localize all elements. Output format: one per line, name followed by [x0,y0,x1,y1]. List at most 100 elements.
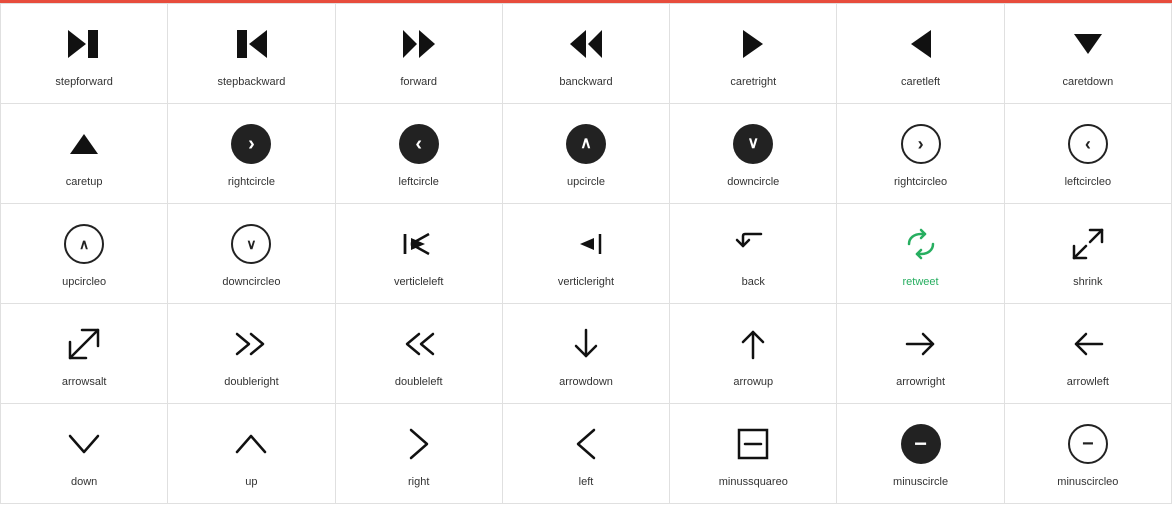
icon-cell-right[interactable]: right [336,404,503,504]
minussquareo-icon [735,420,771,468]
icon-cell-downcircle[interactable]: ∨ downcircle [670,104,837,204]
icon-cell-banckward[interactable]: banckward [503,4,670,104]
icon-label-arrowsalt: arrowsalt [62,376,107,388]
icon-cell-shrink[interactable]: shrink [1005,204,1172,304]
icon-label-retweet: retweet [903,276,939,288]
icon-cell-verticleright[interactable]: verticleright [503,204,670,304]
caretleft-icon [903,20,939,68]
caretup-icon [66,120,102,168]
right-icon [401,420,437,468]
icon-cell-leftcircle[interactable]: ‹ leftcircle [336,104,503,204]
rightcircle-icon: › [231,120,271,168]
icon-label-minuscircle: minuscircle [893,476,948,488]
icon-label-stepforward: stepforward [55,76,112,88]
icon-cell-stepforward[interactable]: stepforward [1,4,168,104]
icon-cell-arrowleft[interactable]: arrowleft [1005,304,1172,404]
icon-label-left: left [579,476,594,488]
icon-label-leftcircle: leftcircle [399,176,439,188]
shrink-icon [1070,220,1106,268]
icon-cell-doubleright[interactable]: doubleright [168,304,335,404]
downcircleo-icon: ∨ [231,220,271,268]
stepforward-icon [66,20,102,68]
icon-cell-rightcircleo[interactable]: › rightcircleo [837,104,1004,204]
verticleleft-icon [401,220,437,268]
minuscircle-icon: − [901,420,941,468]
icon-label-arrowleft: arrowleft [1067,376,1109,388]
icon-cell-downcircleo[interactable]: ∨ downcircleo [168,204,335,304]
icon-cell-retweet[interactable]: retweet [837,204,1004,304]
leftcircle-icon: ‹ [399,120,439,168]
icon-label-shrink: shrink [1073,276,1102,288]
icon-label-leftcircleo: leftcircleo [1065,176,1111,188]
icon-cell-arrowup[interactable]: arrowup [670,304,837,404]
icon-cell-upcircleo[interactable]: ∧ upcircleo [1,204,168,304]
arrowsalt-icon [66,320,102,368]
doubleleft-icon [401,320,437,368]
icon-cell-arrowsalt[interactable]: arrowsalt [1,304,168,404]
leftcircleo-icon: ‹ [1068,120,1108,168]
icon-cell-up[interactable]: up [168,404,335,504]
icon-cell-back[interactable]: back [670,204,837,304]
icon-cell-caretup[interactable]: caretup [1,104,168,204]
back-icon [735,220,771,268]
icon-cell-minuscircle[interactable]: − minuscircle [837,404,1004,504]
icon-cell-rightcircle[interactable]: › rightcircle [168,104,335,204]
icon-cell-arrowdown[interactable]: arrowdown [503,304,670,404]
icon-cell-upcircle[interactable]: ∧ upcircle [503,104,670,204]
icon-label-doubleleft: doubleleft [395,376,443,388]
caretright-icon [735,20,771,68]
retweet-icon [903,220,939,268]
left-icon [568,420,604,468]
icon-label-verticleright: verticleright [558,276,614,288]
icon-label-upcircleo: upcircleo [62,276,106,288]
rightcircleo-icon: › [901,120,941,168]
banckward-icon [568,20,604,68]
arrowdown-icon [568,320,604,368]
icon-label-upcircle: upcircle [567,176,605,188]
arrowright-icon [903,320,939,368]
icon-grid: stepforward stepbackward forward banckwa… [0,3,1172,504]
icon-label-downcircleo: downcircleo [222,276,280,288]
arrowup-icon [735,320,771,368]
icon-label-right: right [408,476,429,488]
icon-cell-left[interactable]: left [503,404,670,504]
icon-cell-caretleft[interactable]: caretleft [837,4,1004,104]
up-icon [233,420,269,468]
icon-cell-doubleleft[interactable]: doubleleft [336,304,503,404]
icon-cell-leftcircleo[interactable]: ‹ leftcircleo [1005,104,1172,204]
icon-label-verticleleft: verticleleft [394,276,444,288]
icon-cell-caretright[interactable]: caretright [670,4,837,104]
icon-label-arrowup: arrowup [733,376,773,388]
icon-cell-forward[interactable]: forward [336,4,503,104]
icon-cell-minuscircleo[interactable]: − minuscircleo [1005,404,1172,504]
upcircleo-icon: ∧ [64,220,104,268]
icon-label-rightcircleo: rightcircleo [894,176,947,188]
icon-label-forward: forward [400,76,437,88]
icon-cell-minussquareo[interactable]: minussquareo [670,404,837,504]
icon-cell-stepbackward[interactable]: stepbackward [168,4,335,104]
arrowleft-icon [1070,320,1106,368]
icon-label-rightcircle: rightcircle [228,176,275,188]
icon-label-down: down [71,476,97,488]
icon-label-banckward: banckward [559,76,612,88]
caretdown-icon [1070,20,1106,68]
verticleright-icon [568,220,604,268]
icon-label-up: up [245,476,257,488]
icon-cell-down[interactable]: down [1,404,168,504]
icon-label-stepbackward: stepbackward [217,76,285,88]
icon-label-caretright: caretright [730,76,776,88]
down-icon [66,420,102,468]
minuscircleo-icon: − [1068,420,1108,468]
icon-label-minuscircleo: minuscircleo [1057,476,1118,488]
icon-label-caretdown: caretdown [1062,76,1113,88]
forward-icon [401,20,437,68]
stepbackward-icon [233,20,269,68]
downcircle-icon: ∨ [733,120,773,168]
icon-label-caretup: caretup [66,176,103,188]
icon-label-caretleft: caretleft [901,76,940,88]
icon-cell-arrowright[interactable]: arrowright [837,304,1004,404]
icon-cell-caretdown[interactable]: caretdown [1005,4,1172,104]
icon-cell-verticleleft[interactable]: verticleleft [336,204,503,304]
upcircle-icon: ∧ [566,120,606,168]
icon-label-doubleright: doubleright [224,376,278,388]
